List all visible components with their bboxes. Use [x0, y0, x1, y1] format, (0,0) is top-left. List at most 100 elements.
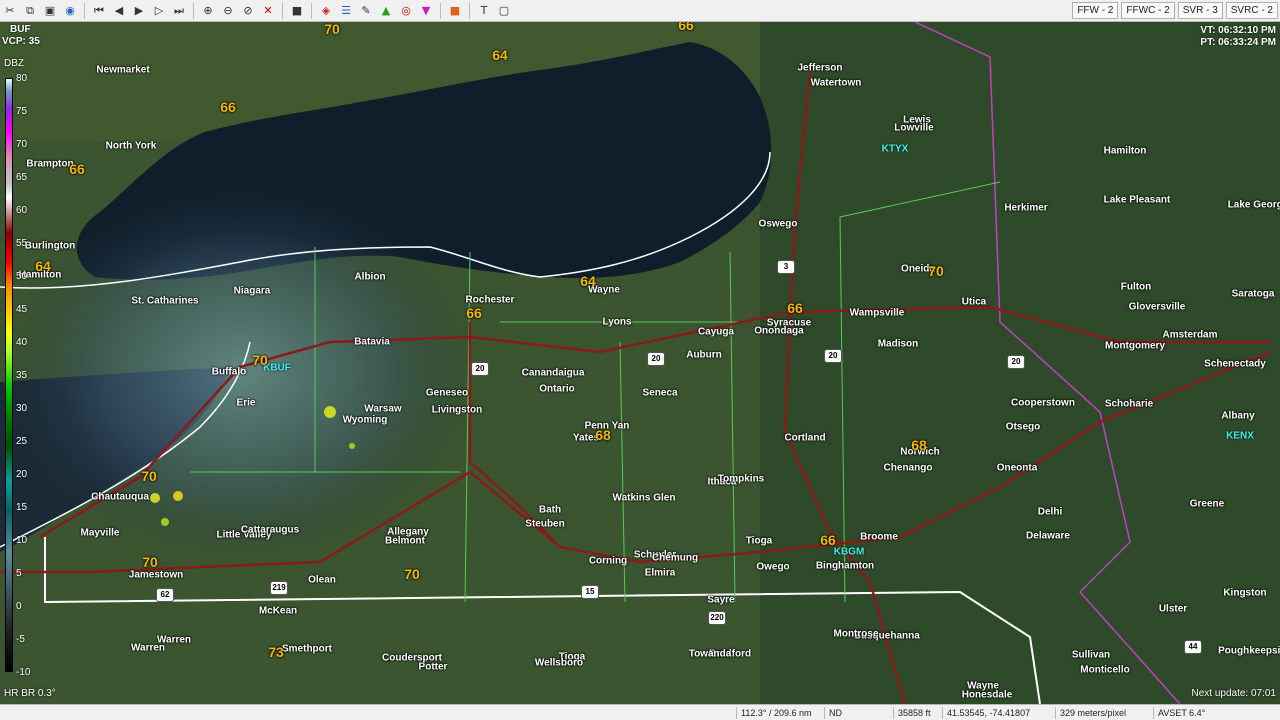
product-time: PT: 06:33:24 PM [1200, 37, 1276, 48]
toolbar-divider [84, 2, 85, 19]
radar-site-id: BUF [10, 24, 31, 35]
temperature-reading: 66 [820, 532, 836, 548]
stop-icon[interactable]: ■ [288, 2, 306, 20]
place-label: Chemung [651, 552, 699, 564]
status-avset: AVSET 6.4° [1153, 707, 1205, 719]
radar-map[interactable]: Newmarket North York Brampton Burlington… [0, 22, 1280, 704]
status-bar: 112.3° / 209.6 nm ND 35858 ft 41.53545, … [0, 704, 1280, 720]
place-label: Rochester [465, 294, 515, 306]
temperature-reading: 70 [928, 263, 944, 279]
place-label: Livingston [431, 404, 483, 416]
ffw-button[interactable]: FFW - 2 [1072, 2, 1119, 19]
place-label: Utica [961, 296, 987, 308]
zoom-reset-icon[interactable]: ⊘ [239, 2, 257, 20]
radar-site-ktyx[interactable]: KTYX [882, 144, 909, 155]
highway-shield: 20 [647, 352, 665, 366]
place-label: Jefferson [797, 62, 843, 74]
image-icon[interactable]: ▣ [41, 2, 59, 20]
layers-icon[interactable]: ☰ [337, 2, 355, 20]
circle-icon[interactable]: ◎ [397, 2, 415, 20]
radar-site-kenx[interactable]: KENX [1226, 431, 1254, 442]
last-frame-icon[interactable]: ⏭ [170, 2, 188, 20]
legend-tick-label: 15 [16, 502, 28, 513]
place-label: Oneonta [996, 462, 1038, 474]
place-label: Lowville [894, 122, 934, 134]
place-label: Amsterdam [1162, 329, 1218, 341]
legend-color-bar [5, 78, 13, 672]
copy-icon[interactable]: ⧉ [21, 2, 39, 20]
legend-tick-label: 80 [16, 73, 28, 84]
place-label: Ulster [1158, 603, 1188, 615]
temperature-reading: 66 [69, 161, 85, 177]
place-label: Kingston [1223, 587, 1267, 599]
play-icon[interactable]: ▶ [130, 2, 148, 20]
place-label: Fulton [1120, 281, 1152, 293]
highway-shield: 20 [824, 349, 842, 363]
toolbar-divider [193, 2, 194, 19]
time-info: VT: 06:32:10 PM PT: 06:33:24 PM [1200, 25, 1276, 49]
earth-icon[interactable]: ◉ [61, 2, 79, 20]
pencil-icon[interactable]: ✎ [357, 2, 375, 20]
place-label: Gloversville [1128, 301, 1186, 313]
temperature-reading: 70 [141, 468, 157, 484]
svrc-button[interactable]: SVRC - 2 [1225, 2, 1278, 19]
clear-icon[interactable]: ✕ [259, 2, 277, 20]
place-label: Montrose [833, 628, 879, 640]
place-label: Batavia [354, 336, 390, 348]
zoom-in-icon[interactable]: ⊕ [199, 2, 217, 20]
vcp-label: VCP: 35 [2, 36, 40, 47]
place-label: Olean [308, 574, 336, 586]
temperature-reading: 70 [404, 566, 420, 582]
status-resolution: 329 meters/pixel [1055, 707, 1126, 719]
place-label: Wampsville [849, 307, 905, 319]
legend-tick-label: 55 [16, 238, 28, 249]
legend-tick-label: 0 [16, 601, 22, 612]
cut-icon[interactable]: ✂ [1, 2, 19, 20]
ffwc-button[interactable]: FFWC - 2 [1121, 2, 1175, 19]
temperature-reading: 66 [678, 22, 694, 33]
temperature-reading: 73 [268, 644, 284, 660]
temperature-reading: 66 [787, 300, 803, 316]
inverted-triangle-icon[interactable]: ▼ [417, 2, 435, 20]
place-label: Sayre [707, 594, 735, 606]
warning-counts: FFW - 2 FFWC - 2 SVR - 3 SVRC - 2 [1072, 2, 1278, 19]
legend-tick-label: -10 [16, 667, 31, 678]
place-label: Mayville [80, 527, 120, 539]
toolbar-divider [311, 2, 312, 19]
status-azimuth: 112.3° / 209.6 nm [736, 707, 811, 719]
zoom-out-icon[interactable]: ⊖ [219, 2, 237, 20]
place-label: Delhi [1037, 506, 1063, 518]
svr-button[interactable]: SVR - 3 [1177, 2, 1223, 19]
place-label: Wyoming [342, 414, 388, 426]
previous-frame-icon[interactable]: ◀ [110, 2, 128, 20]
place-label: Lake George [1227, 199, 1280, 211]
place-label: Otsego [1005, 421, 1041, 433]
place-label: Warren [130, 642, 166, 654]
status-nd: ND [824, 707, 842, 719]
temperature-reading: 64 [492, 47, 508, 63]
storm-cell [173, 491, 183, 501]
first-frame-icon[interactable]: ⏮ [90, 2, 108, 20]
frame-icon[interactable]: ▢ [495, 2, 513, 20]
legend-tick-label: 5 [16, 568, 22, 579]
radar-site-kbgm[interactable]: KBGM [834, 547, 865, 558]
next-frame-icon[interactable]: ▷ [150, 2, 168, 20]
highway-shield: 20 [1007, 355, 1025, 369]
place-label: Jamestown [128, 569, 184, 581]
storm-cell [349, 443, 355, 449]
square-icon[interactable]: ■ [446, 2, 464, 20]
place-label: McKean [258, 605, 298, 617]
triangle-icon[interactable]: ▲ [377, 2, 395, 20]
tilt-label: HR BR 0.3° [4, 688, 56, 699]
place-label: Hamilton [1103, 145, 1147, 157]
radar-viewer-app: ✂ ⧉ ▣ ◉ ⏮ ◀ ▶ ▷ ⏭ ⊕ ⊖ ⊘ ✕ ■ ◈ ☰ ✎ ▲ ◎ ▼ … [0, 0, 1280, 720]
place-label: Albion [354, 271, 386, 283]
text-icon[interactable]: T [475, 2, 493, 20]
color-table-icon[interactable]: ◈ [317, 2, 335, 20]
legend-tick-label: 30 [16, 403, 28, 414]
place-label: Elmira [644, 567, 676, 579]
highway-shield: 44 [1184, 640, 1202, 654]
place-label: Onondaga [754, 325, 804, 337]
legend-tick-label: -5 [16, 634, 25, 645]
legend-title: DBZ [4, 58, 24, 69]
